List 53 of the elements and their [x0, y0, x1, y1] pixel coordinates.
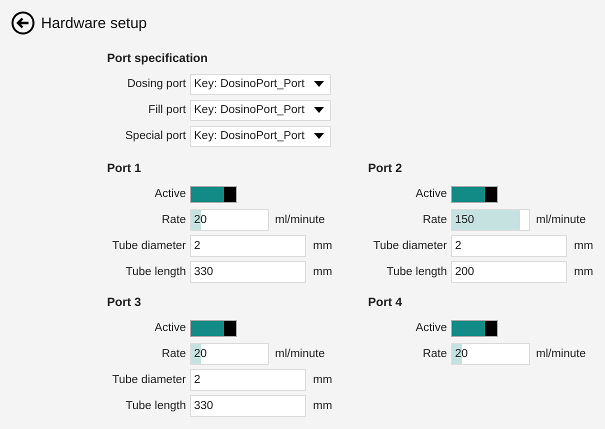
toggle-switch[interactable] — [451, 320, 498, 336]
field-label: Rate — [422, 348, 448, 360]
text-field[interactable]: 2 — [190, 369, 306, 391]
unit-label: mm — [574, 240, 594, 252]
field-label: Tube diameter — [111, 374, 187, 386]
field-label: Tube length — [124, 400, 187, 412]
field-label: Active — [154, 188, 187, 200]
field-label: Dosing port — [126, 78, 187, 90]
rate-field[interactable]: 20 — [451, 343, 530, 365]
field-label: Fill port — [147, 104, 187, 116]
unit-label: mm — [313, 266, 332, 278]
field-label: Active — [414, 322, 448, 334]
field-label: Active — [414, 188, 448, 200]
unit-label: ml/minute — [275, 348, 325, 360]
section-heading: Port specification — [107, 51, 209, 65]
field-label: Tube length — [124, 266, 187, 278]
field-label: Rate — [160, 214, 187, 226]
unit-label: ml/minute — [275, 214, 325, 226]
rate-field[interactable]: 150 — [451, 209, 530, 231]
page-title: Hardware setup — [41, 14, 147, 32]
field-label: Tube length — [386, 266, 448, 278]
field-label: Special port — [124, 130, 187, 142]
port-dropdown[interactable]: Key: DosinoPort_Port — [190, 74, 331, 94]
port-dropdown[interactable]: Key: DosinoPort_Port — [190, 100, 331, 120]
port-heading: Port 4 — [368, 295, 404, 309]
toggle-switch[interactable] — [190, 186, 237, 202]
toggle-switch[interactable] — [451, 186, 498, 202]
unit-label: mm — [313, 240, 332, 252]
port-dropdown[interactable]: Key: DosinoPort_Port — [190, 126, 331, 146]
caret-icon — [314, 107, 324, 113]
text-field[interactable]: 2 — [190, 235, 306, 257]
port-heading: Port 1 — [107, 161, 142, 175]
caret-icon — [314, 81, 324, 87]
text-field[interactable]: 330 — [190, 395, 306, 417]
text-field[interactable]: 2 — [451, 235, 567, 257]
unit-label: ml/minute — [536, 348, 586, 360]
rate-field[interactable]: 20 — [190, 343, 269, 365]
field-label: Tube diameter — [372, 240, 448, 252]
toggle-switch[interactable] — [190, 320, 237, 336]
caret-icon — [314, 133, 324, 139]
field-label: Rate — [160, 348, 187, 360]
rate-field[interactable]: 20 — [190, 209, 269, 231]
unit-label: mm — [574, 266, 594, 278]
field-label: Rate — [422, 214, 448, 226]
unit-label: ml/minute — [536, 214, 586, 226]
unit-label: mm — [313, 400, 332, 412]
unit-label: mm — [313, 374, 332, 386]
port-heading: Port 3 — [107, 295, 142, 309]
port-heading: Port 2 — [368, 161, 404, 175]
text-field[interactable]: 330 — [190, 261, 306, 283]
field-label: Active — [154, 322, 187, 334]
text-field[interactable]: 200 — [451, 261, 567, 283]
field-label: Tube diameter — [111, 240, 187, 252]
